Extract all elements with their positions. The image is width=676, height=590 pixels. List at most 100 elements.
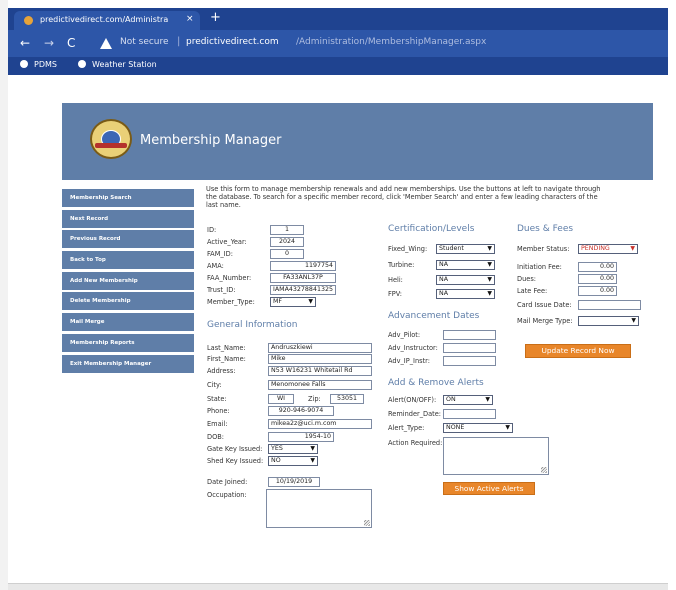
alerts-heading: Add & Remove Alerts [388, 378, 484, 388]
adv-instructor-label: Adv_Instructor: [388, 344, 438, 352]
alert-type-select[interactable]: NONE ▼ [443, 423, 513, 433]
shed-key-value: NO [271, 457, 281, 464]
heli-value: NA [439, 276, 449, 283]
show-active-alerts-button[interactable]: Show Active Alerts [443, 482, 535, 495]
adv-instructor-field[interactable] [443, 343, 496, 353]
address-field[interactable]: N53 W16231 Whitetail Rd [268, 366, 372, 376]
chevron-down-icon: ▼ [487, 245, 492, 252]
id-field[interactable]: 1 [270, 225, 304, 235]
dues-field[interactable]: 0.00 [578, 274, 617, 284]
close-icon[interactable]: × [186, 14, 194, 24]
alert-type-value: NONE [446, 424, 465, 431]
ama-field[interactable]: 1197754 [270, 261, 336, 271]
late-fee-label: Late Fee: [517, 287, 548, 295]
mail-merge-type-select[interactable]: ▼ [578, 316, 639, 326]
turbine-select[interactable]: NA ▼ [436, 260, 495, 270]
sidebar-item-add-new-membership[interactable]: Add New Membership [62, 271, 194, 290]
action-required-textarea[interactable] [443, 437, 549, 475]
fixed-wing-select[interactable]: Student ▼ [436, 244, 495, 254]
update-record-button[interactable]: Update Record Now [525, 344, 631, 358]
gate-key-value: YES [271, 445, 283, 452]
chevron-down-icon: ▼ [631, 317, 636, 324]
favicon-icon [24, 16, 33, 25]
email-field[interactable]: mikea2z@uci.m.com [268, 419, 372, 429]
late-fee-field[interactable]: 0.00 [578, 286, 617, 296]
state-label: State: [207, 395, 227, 403]
fixed-wing-value: Student [439, 245, 464, 252]
resize-handle-icon[interactable] [541, 467, 547, 473]
initiation-fee-field[interactable]: 0.00 [578, 262, 617, 272]
dues-fees-heading: Dues & Fees [517, 224, 574, 234]
gate-key-label: Gate Key Issued: [207, 445, 263, 453]
club-logo [90, 119, 132, 159]
reminder-date-label: Reminder_Date: [388, 410, 442, 418]
active-year-field[interactable]: 2024 [270, 237, 304, 247]
sidebar-item-membership-reports[interactable]: Membership Reports [62, 333, 194, 352]
resize-handle-icon[interactable] [364, 520, 370, 526]
member-type-select[interactable]: MF ▼ [270, 297, 316, 307]
new-tab-icon[interactable]: + [210, 11, 221, 25]
city-field[interactable]: Menomonee Falls [268, 380, 372, 390]
bookmark-pdms[interactable]: PDMS [20, 60, 57, 69]
first-name-field[interactable]: Mike [268, 354, 372, 364]
chevron-down-icon: ▼ [487, 276, 492, 283]
adv-pilot-field[interactable] [443, 330, 496, 340]
gate-key-select[interactable]: YES ▼ [268, 444, 318, 454]
member-status-select[interactable]: PENDING ▼ [578, 244, 638, 254]
bookmark-weather-station[interactable]: Weather Station [78, 60, 157, 69]
trust-id-field[interactable]: IAMA43278841325 [270, 285, 336, 295]
dues-label: Dues: [517, 275, 536, 283]
forward-arrow-icon[interactable]: → [44, 36, 54, 50]
chevron-down-icon: ▼ [505, 424, 510, 431]
globe-icon [78, 60, 86, 68]
sidebar-item-previous-record[interactable]: Previous Record [62, 230, 194, 249]
date-joined-label: Date Joined: [207, 478, 248, 486]
fpv-label: FPV: [388, 290, 402, 298]
faa-number-field[interactable]: FA33ANL37P [270, 273, 336, 283]
dob-field[interactable]: 1954-10 [268, 432, 334, 442]
occupation-textarea[interactable] [266, 489, 372, 528]
alert-toggle-select[interactable]: ON ▼ [443, 395, 493, 405]
sidebar-item-exit[interactable]: Exit Membership Manager [62, 354, 194, 373]
fpv-select[interactable]: NA ▼ [436, 289, 495, 299]
action-required-label: Action Required: [388, 439, 443, 447]
shed-key-select[interactable]: NO ▼ [268, 456, 318, 466]
zip-label: Zip: [308, 395, 321, 403]
fixed-wing-label: Fixed_Wing: [388, 245, 428, 253]
tab-bar: predictivedirect.com/Administra × + [8, 8, 668, 30]
sidebar-item-next-record[interactable]: Next Record [62, 209, 194, 228]
sidebar-item-delete-membership[interactable]: Delete Membership [62, 292, 194, 311]
heli-select[interactable]: NA ▼ [436, 275, 495, 285]
city-label: City: [207, 381, 222, 389]
url-host[interactable]: predictivedirect.com [186, 37, 279, 47]
window-frame [0, 0, 8, 590]
first-name-label: First_Name: [207, 355, 246, 363]
reload-icon[interactable]: C [67, 36, 75, 50]
address-bar: ← → C Not secure | predictivedirect.com … [8, 30, 668, 57]
date-joined-field[interactable]: 10/19/2019 [268, 477, 320, 487]
globe-icon [20, 60, 28, 68]
adv-ip-instr-field[interactable] [443, 356, 496, 366]
horizontal-scrollbar[interactable] [8, 583, 668, 590]
page-title: Membership Manager [140, 133, 282, 148]
dob-label: DOB: [207, 433, 225, 441]
sidebar-item-back-to-top[interactable]: Back to Top [62, 251, 194, 270]
url-path[interactable]: /Administration/MembershipManager.aspx [296, 37, 486, 47]
phone-field[interactable]: 920-946-9074 [268, 406, 334, 416]
browser-tab[interactable]: predictivedirect.com/Administra × [14, 11, 200, 30]
zip-field[interactable]: 53051 [330, 394, 364, 404]
chevron-down-icon: ▼ [487, 261, 492, 268]
last-name-field[interactable]: Andruszkiewi [268, 343, 372, 353]
state-field[interactable]: WI [268, 394, 294, 404]
reminder-date-field[interactable] [443, 409, 496, 419]
address-label: Address: [207, 367, 236, 375]
fam-id-field[interactable]: 0 [270, 249, 304, 259]
chevron-down-icon: ▼ [630, 245, 635, 252]
sidebar-item-mail-merge[interactable]: Mail Merge [62, 313, 194, 332]
card-issue-date-field[interactable] [578, 300, 641, 310]
adv-ip-instr-label: Adv_IP_Instr: [388, 357, 430, 365]
general-information-heading: General Information [207, 320, 298, 330]
sidebar-item-membership-search[interactable]: Membership Search [62, 189, 194, 207]
fam-id-label: FAM_ID: [207, 250, 233, 258]
back-arrow-icon[interactable]: ← [20, 36, 30, 50]
